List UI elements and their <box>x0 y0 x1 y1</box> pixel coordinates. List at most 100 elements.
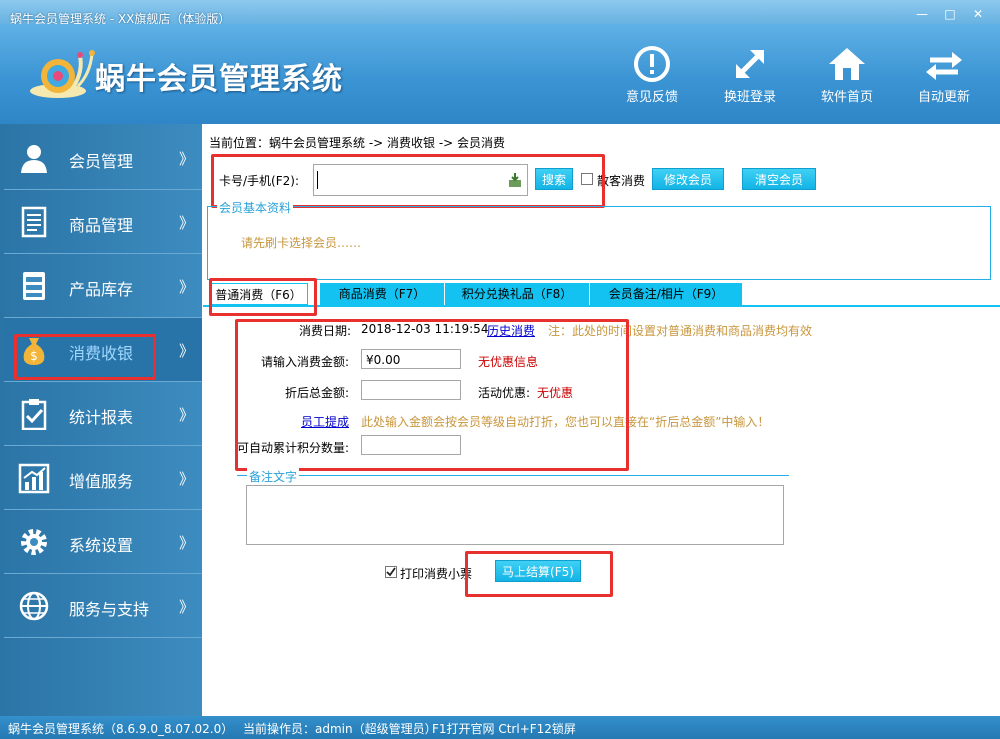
search-button[interactable]: 搜索 <box>535 168 573 190</box>
date-label: 消费日期: <box>299 324 352 338</box>
chevron-right-icon: 》 <box>179 534 195 552</box>
watermark-url: jingyan.baidu.com <box>772 670 883 684</box>
feedback-label: 意见反馈 <box>625 90 678 105</box>
print-receipt-checkbox[interactable] <box>385 566 397 578</box>
watermark-brand2: du <box>822 631 865 669</box>
total-label: 折后总金额: <box>285 386 350 400</box>
sidebar-item-checkout[interactable]: $ 消费收银 》 <box>4 318 202 382</box>
snail-logo-icon <box>30 50 95 98</box>
clear-member-button[interactable]: 清空会员 <box>742 168 816 190</box>
globe-icon <box>19 591 49 621</box>
sidebar-item-label: 增值服务 <box>69 472 134 491</box>
edit-member-button[interactable]: 修改会员 <box>652 168 724 190</box>
tab-underline <box>203 305 1000 307</box>
remarks-title: 备注文字 <box>247 468 300 485</box>
status-bar: 蜗牛会员管理系统（8.6.9.0_8.07.02.0） 当前操作员：admin（… <box>0 716 1000 739</box>
money-bag-icon: $ <box>23 338 45 365</box>
home-icon <box>829 48 865 80</box>
document-icon <box>21 206 47 238</box>
print-receipt-label: 打印消费小票 <box>400 567 473 581</box>
guest-label: 散客消费 <box>597 174 646 188</box>
shift-login-label: 换班登录 <box>723 90 776 105</box>
app-header: 蜗牛会员管理系统 意见反馈 换班登录 软件首页 自动更新 <box>0 24 1000 124</box>
sidebar: 会员管理 》 商品管理 》 产品库存 》 $ 消费收银 》 统计报表 》 增值服… <box>0 124 202 716</box>
shift-login-button[interactable]: 换班登录 <box>715 44 785 105</box>
tab-product-consumption[interactable]: 商品消费（F7） <box>320 283 445 305</box>
tab-normal-consumption[interactable]: 普通消费（F6） <box>209 283 308 305</box>
chevron-right-icon: 》 <box>179 470 195 488</box>
auto-update-button[interactable]: 自动更新 <box>909 44 979 105</box>
amount-input[interactable]: ¥0.00 <box>361 349 461 369</box>
tab-points-exchange[interactable]: 积分兑换礼品（F8） <box>445 283 590 305</box>
baidu-watermark: Baidu 经验 jingyan.baidu.com <box>770 630 926 684</box>
app-window: 蜗牛会员管理系统 - XX旗舰店（体验版） — □ ✕ 蜗牛会员管理系统 意见反… <box>0 0 1000 739</box>
card-reader-icon[interactable] <box>507 172 523 188</box>
sidebar-item-label: 产品库存 <box>69 280 134 299</box>
remarks-textarea[interactable] <box>246 485 784 545</box>
points-input[interactable] <box>361 435 461 455</box>
cabinet-icon <box>23 272 45 300</box>
main-panel: 当前位置：蜗牛会员管理系统 -> 消费收银 -> 会员消费 卡号/手机(F2):… <box>203 124 1000 716</box>
expand-arrows-icon <box>736 50 764 78</box>
sidebar-item-label: 统计报表 <box>69 408 134 427</box>
checkout-button[interactable]: 马上结算(F5) <box>495 560 581 582</box>
sidebar-item-label: 消费收银 <box>69 344 134 363</box>
sidebar-item-settings[interactable]: 系统设置 》 <box>4 510 202 574</box>
app-title: 蜗牛会员管理系统 <box>95 62 343 97</box>
sidebar-item-label: 商品管理 <box>69 216 134 235</box>
watermark-brand: Bai <box>770 631 823 669</box>
status-operator: 当前操作员：admin（超级管理员） <box>243 722 437 736</box>
auto-update-label: 自动更新 <box>917 90 970 105</box>
chevron-right-icon: 》 <box>179 406 195 424</box>
guest-checkbox[interactable] <box>581 173 593 185</box>
software-home-label: 软件首页 <box>820 90 873 105</box>
card-phone-label: 卡号/手机(F2): <box>219 174 299 188</box>
minimize-button[interactable]: — <box>910 6 934 22</box>
card-phone-input[interactable] <box>313 164 528 196</box>
chevron-right-icon: 》 <box>179 214 195 232</box>
status-version: 蜗牛会员管理系统（8.6.9.0_8.07.02.0） <box>8 722 234 736</box>
points-label: 可自动累计积分数量: <box>237 441 350 455</box>
sidebar-item-products[interactable]: 商品管理 》 <box>4 190 202 254</box>
amount-label: 请输入消费金额: <box>261 355 350 369</box>
maximize-button[interactable]: □ <box>938 6 962 22</box>
sidebar-item-member[interactable]: 会员管理 》 <box>4 126 202 190</box>
svg-text:$: $ <box>30 349 38 363</box>
chevron-right-icon: 》 <box>179 150 195 168</box>
sidebar-item-label: 系统设置 <box>69 536 134 555</box>
date-value: 2018-12-03 11:19:54 <box>361 322 489 336</box>
member-info-title: 会员基本资料 <box>217 199 294 216</box>
chevron-right-icon: 》 <box>179 342 195 360</box>
chevron-right-icon: 》 <box>179 278 195 296</box>
member-info-placeholder: 请先刷卡选择会员…… <box>241 236 362 250</box>
sidebar-item-support[interactable]: 服务与支持 》 <box>4 574 202 638</box>
text-cursor <box>317 171 318 189</box>
feedback-icon <box>634 46 670 82</box>
discount-info: 无优惠信息 <box>478 355 539 369</box>
feedback-button[interactable]: 意见反馈 <box>617 44 687 105</box>
chevron-right-icon: 》 <box>179 598 195 616</box>
promo-value: 无优惠 <box>537 386 574 400</box>
breadcrumb: 当前位置：蜗牛会员管理系统 -> 消费收银 -> 会员消费 <box>209 136 506 150</box>
history-link[interactable]: 历史消费 <box>487 322 535 339</box>
close-button[interactable]: ✕ <box>966 6 990 22</box>
remarks-divider <box>237 475 789 476</box>
sidebar-item-value-added[interactable]: 增值服务 》 <box>4 446 202 510</box>
promo-label: 活动优惠: <box>478 386 531 400</box>
sidebar-item-label: 会员管理 <box>69 152 134 171</box>
software-home-button[interactable]: 软件首页 <box>812 44 882 105</box>
sidebar-item-reports[interactable]: 统计报表 》 <box>4 382 202 446</box>
watermark-brand-cn: 经验 <box>869 635 926 668</box>
chart-icon <box>18 463 50 494</box>
sidebar-item-label: 服务与支持 <box>69 600 150 619</box>
refresh-icon <box>926 52 962 80</box>
gear-icon <box>21 529 47 555</box>
member-icon <box>21 145 47 173</box>
clipboard-check-icon <box>21 399 47 430</box>
status-hotkeys: F1打开官网 Ctrl+F12锁屏 <box>432 722 576 736</box>
sidebar-item-inventory[interactable]: 产品库存 》 <box>4 254 202 318</box>
total-input[interactable] <box>361 380 461 400</box>
staff-commission-link[interactable]: 员工提成 <box>301 413 349 430</box>
staff-note: 此处输入金额会按会员等级自动打折，您也可以直接在“折后总金额”中输入！ <box>361 415 770 429</box>
tab-member-notes[interactable]: 会员备注/相片（F9） <box>590 283 743 305</box>
